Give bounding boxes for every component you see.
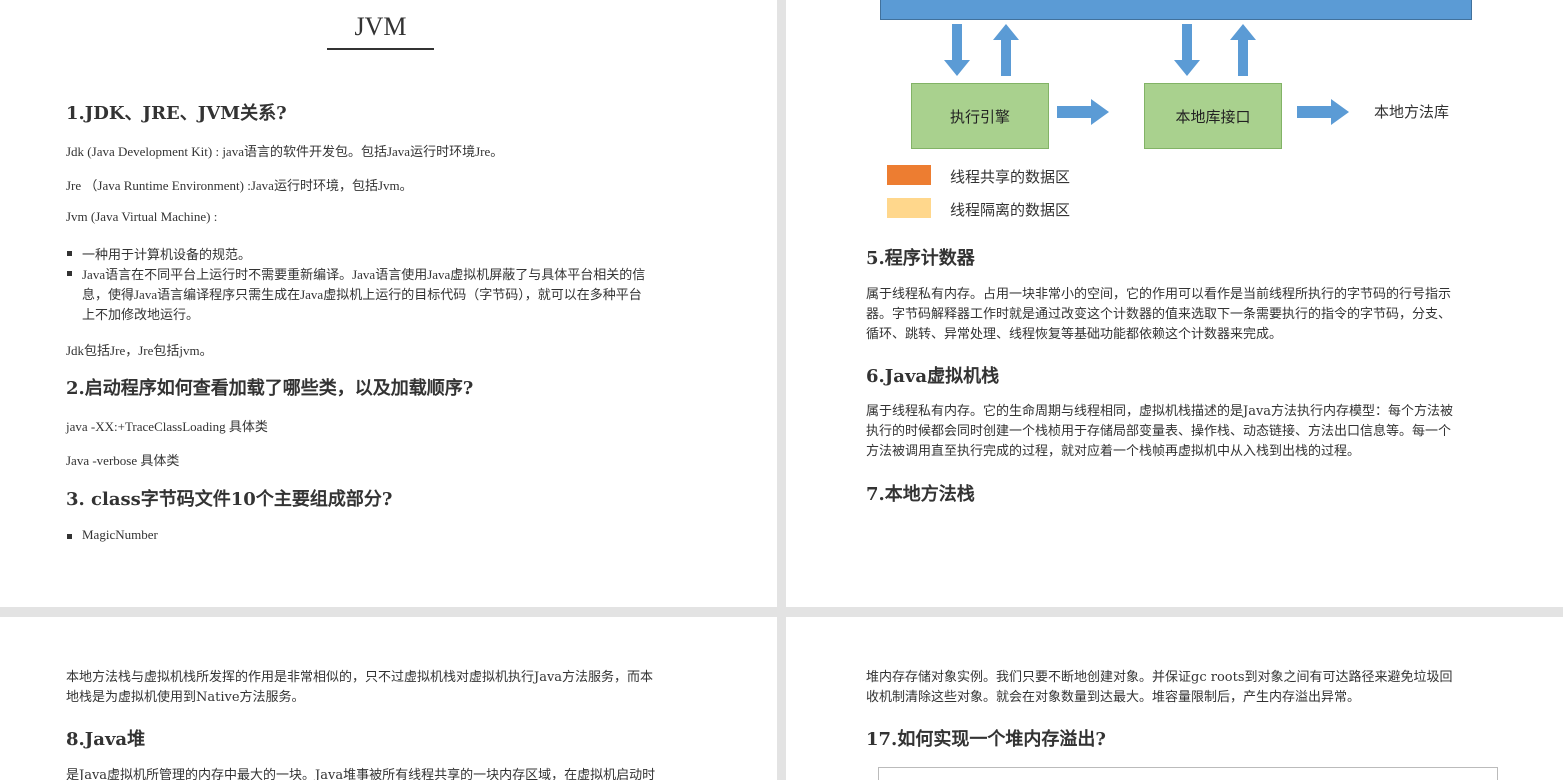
text-line: 本地方法栈与虚拟机栈所发挥的作用是非常相似的，只不过虚拟机栈对虚拟机执行Java… xyxy=(66,670,654,685)
bullet-marker xyxy=(67,251,72,256)
para-native-stack: 本地方法栈与虚拟机栈所发挥的作用是非常相似的，只不过虚拟机栈对虚拟机执行Java… xyxy=(66,668,653,708)
heading-jdk-jre-jvm: 1.JDK、JRE、JVM关系? xyxy=(66,103,287,124)
execution-engine-box: 执行引擎 xyxy=(911,83,1049,149)
right-arrow-icon xyxy=(1297,99,1349,125)
document-viewport[interactable]: JVM 1.JDK、JRE、JVM关系? Jdk (Java Developme… xyxy=(0,0,1563,780)
legend-swatch-shared xyxy=(887,165,931,185)
para-jvm: Jvm (Java Virtual Machine) : xyxy=(66,209,218,224)
para-cmd-trace: java -XX:+TraceClassLoading 具体类 xyxy=(66,419,268,434)
legend-label-isolated: 线程隔离的数据区 xyxy=(950,201,1071,219)
up-arrow-icon xyxy=(993,24,1019,76)
native-library-label: 本地方法库 xyxy=(1374,103,1450,121)
heading-class-loading: 2.启动程序如何查看加载了哪些类，以及加载顺序? xyxy=(66,378,474,399)
document-page-2: 执行引擎 本地库接口 本地方法库 线程共享的数据区 线程隔离的数据区 5.程序计… xyxy=(786,0,1563,607)
heading-heap-oom: 17.如何实现一个堆内存溢出? xyxy=(866,729,1106,750)
bullet-item-cont: 上不加修改地运行。 xyxy=(82,307,200,322)
para-java-heap: 是Java虚拟机所管理的内存中最大的一块。Java堆事被所有线程共享的一块内存区… xyxy=(66,766,655,780)
bullet-item-cont: 息，使得Java语言编译程序只需生成在Java虚拟机上运行的目标代码（字节码），… xyxy=(82,287,642,302)
text-line: 器。字节码解释器工作时就是通过改变这个计数器的值来选取下一条需要执行的指令的字节… xyxy=(866,307,1452,322)
heading-vm-stack: 6.Java虚拟机栈 xyxy=(866,366,1000,387)
legend-swatch-isolated xyxy=(887,198,931,218)
para-jre: Jre （Java Runtime Environment) :Java运行时环… xyxy=(66,178,413,193)
right-arrow-icon xyxy=(1057,99,1109,125)
text-line: 执行的时候都会同时创建一个栈桢用于存储局部变量表、操作栈、动态链接、方法出口信息… xyxy=(866,424,1452,439)
para-jdk: Jdk (Java Development Kit) : java语言的软件开发… xyxy=(66,144,504,159)
document-page-3: 本地方法栈与虚拟机栈所发挥的作用是非常相似的，只不过虚拟机栈对虚拟机执行Java… xyxy=(0,617,777,780)
para-relation: Jdk包括Jre，Jre包括jvm。 xyxy=(66,343,213,358)
heading-program-counter: 5.程序计数器 xyxy=(866,248,975,269)
bullet-marker xyxy=(67,534,72,539)
text-line: 方法被调用直至执行完成的过程，就对应着一个栈帧再虚拟机中从入栈到出栈的过程。 xyxy=(866,444,1361,459)
heading-class-file: 3. class字节码文件10个主要组成部分? xyxy=(66,489,393,510)
heading-native-stack: 7.本地方法栈 xyxy=(866,484,975,505)
text-line: 堆内存存储对象实例。我们只要不断地创建对象。并保证gc roots到对象之间有可… xyxy=(866,670,1453,685)
bullet-item: MagicNumber xyxy=(82,527,158,542)
heading-java-heap: 8.Java堆 xyxy=(66,729,146,750)
up-arrow-icon xyxy=(1230,24,1256,76)
bullet-item: Java语言在不同平台上运行时不需要重新编译。Java语言使用Java虚拟机屏蔽… xyxy=(82,267,646,282)
text-line: 循环、跳转、异常处理、线程恢复等基础功能都依赖这个计数器来完成。 xyxy=(866,327,1283,342)
legend-label-shared: 线程共享的数据区 xyxy=(950,168,1071,186)
para-cmd-verbose: Java -verbose 具体类 xyxy=(66,453,180,468)
para-heap-overflow: 堆内存存储对象实例。我们只要不断地创建对象。并保证gc roots到对象之间有可… xyxy=(866,668,1453,708)
para-vm-stack: 属于线程私有内存。它的生命周期与线程相同，虚拟机栈描述的是Java方法执行内存模… xyxy=(866,402,1453,462)
text-line: 是Java虚拟机所管理的内存中最大的一块。Java堆事被所有线程共享的一块内存区… xyxy=(66,768,656,780)
down-arrow-icon xyxy=(1174,24,1200,76)
document-page-1: JVM 1.JDK、JRE、JVM关系? Jdk (Java Developme… xyxy=(0,0,777,607)
text-line: 属于线程私有内存。它的生命周期与线程相同，虚拟机栈描述的是Java方法执行内存模… xyxy=(866,404,1454,419)
text-line: 地栈是为虚拟机使用到Native方法服务。 xyxy=(66,690,305,705)
text-line: 收机制清除这些对象。就会在对象数量到达最大。堆容量限制后，产生内存溢出异常。 xyxy=(866,690,1361,705)
document-page-4: 堆内存存储对象实例。我们只要不断地创建对象。并保证gc roots到对象之间有可… xyxy=(786,617,1563,780)
doc-title: JVM xyxy=(327,12,434,50)
text-line: 属于线程私有内存。占用一块非常小的空间，它的作用可以看作是当前线程所执行的字节码… xyxy=(866,287,1452,302)
para-program-counter: 属于线程私有内存。占用一块非常小的空间，它的作用可以看作是当前线程所执行的字节码… xyxy=(866,285,1451,345)
bullet-item: 一种用于计算机设备的规范。 xyxy=(82,247,252,262)
down-arrow-icon xyxy=(944,24,970,76)
bullet-marker xyxy=(67,271,72,276)
native-interface-box: 本地库接口 xyxy=(1144,83,1282,149)
runtime-data-area-bar xyxy=(880,0,1472,20)
code-block xyxy=(878,767,1498,780)
